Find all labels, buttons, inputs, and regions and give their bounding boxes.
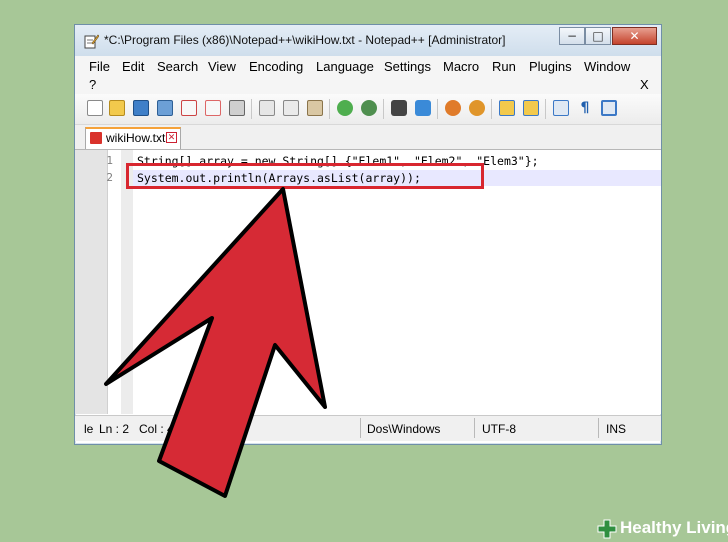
health-cross-icon [597,519,617,539]
pointer-arrow-icon [104,187,327,498]
brand-watermark: Healthy Living [620,518,728,537]
